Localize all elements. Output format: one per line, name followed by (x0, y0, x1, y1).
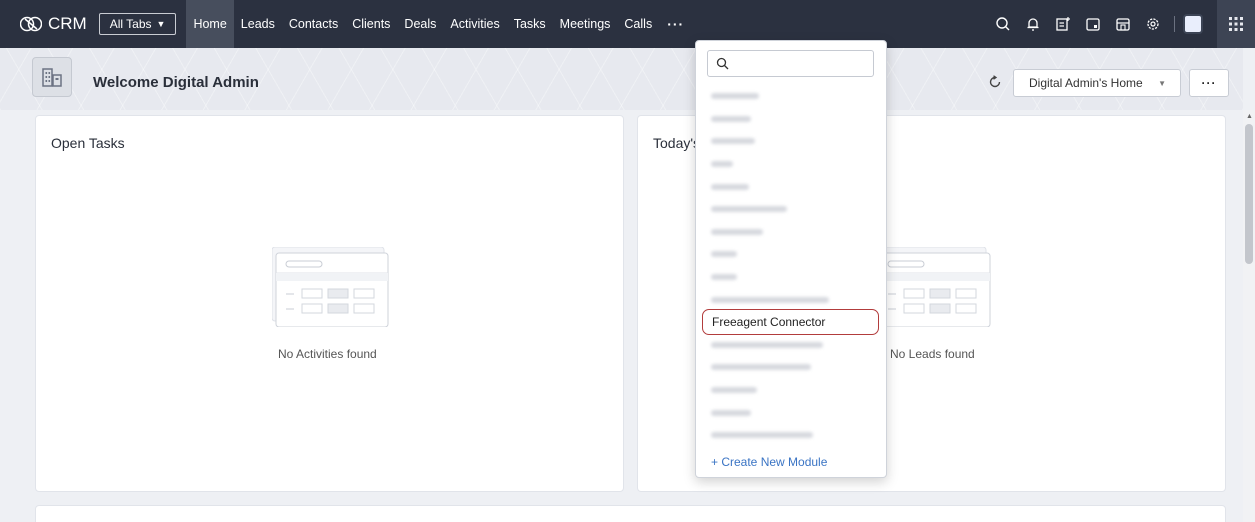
list-item[interactable] (696, 356, 886, 379)
crm-logo[interactable]: CRM (20, 14, 87, 34)
app-name: CRM (48, 14, 87, 33)
list-item[interactable] (696, 334, 886, 357)
top-nav: CRM All Tabs ▼ Home Leads Contacts Clien… (0, 0, 1255, 48)
all-tabs-button[interactable]: All Tabs ▼ (98, 13, 177, 35)
module-item-freeagent-connector[interactable]: Freeagent Connector (702, 309, 879, 335)
list-item[interactable] (696, 130, 886, 153)
header-more-button[interactable]: ··· (1189, 69, 1229, 97)
scroll-thumb[interactable] (1245, 124, 1253, 264)
refresh-icon[interactable] (988, 75, 1002, 94)
module-tabs: Home Leads Contacts Clients Deals Activi… (186, 0, 691, 48)
list-item[interactable] (696, 288, 886, 311)
list-item[interactable] (696, 266, 886, 289)
store-icon[interactable] (1110, 11, 1136, 37)
welcome-header: Welcome Digital Admin Digital Admin's Ho… (0, 48, 1243, 110)
module-list (696, 85, 886, 447)
building-icon (32, 57, 72, 97)
card-title: Open Tasks (51, 135, 125, 151)
all-tabs-label: All Tabs (109, 17, 152, 31)
bottom-card (35, 505, 1226, 522)
bell-icon[interactable] (1020, 11, 1046, 37)
empty-table-illustration (271, 246, 390, 332)
compose-icon[interactable] (1050, 11, 1076, 37)
tab-leads[interactable]: Leads (234, 0, 282, 48)
card-title: Today's (653, 135, 701, 151)
scroll-up-icon[interactable]: ▲ (1246, 113, 1253, 120)
list-item[interactable] (696, 243, 886, 266)
open-tasks-card: Open Tasks No Activities found (35, 115, 624, 492)
home-view-select[interactable]: Digital Admin's Home ▼ (1013, 69, 1181, 97)
nav-divider (1174, 16, 1175, 32)
tab-tasks[interactable]: Tasks (507, 0, 553, 48)
list-item[interactable] (696, 198, 886, 221)
empty-table-illustration (873, 246, 992, 332)
more-modules-dropdown: + Create New Module (695, 40, 887, 478)
calendar-icon[interactable] (1080, 11, 1106, 37)
list-item[interactable] (696, 424, 886, 447)
empty-state-text: No Leads found (890, 347, 975, 361)
crm-logo-icon (20, 16, 42, 32)
list-item[interactable] (696, 401, 886, 424)
tab-deals[interactable]: Deals (397, 0, 443, 48)
nav-icons (986, 0, 1255, 48)
list-item[interactable] (696, 108, 886, 131)
more-tabs-button[interactable]: ··· (659, 0, 691, 48)
list-item[interactable] (696, 175, 886, 198)
tab-activities[interactable]: Activities (443, 0, 506, 48)
list-item[interactable] (696, 85, 886, 108)
gear-icon[interactable] (1140, 11, 1166, 37)
home-view-value: Digital Admin's Home (1029, 76, 1143, 90)
apps-grid-icon[interactable] (1217, 0, 1255, 48)
chevron-down-icon: ▼ (1158, 79, 1166, 88)
avatar[interactable] (1183, 14, 1203, 34)
list-item[interactable] (696, 153, 886, 176)
list-item[interactable] (696, 379, 886, 402)
tab-contacts[interactable]: Contacts (282, 0, 345, 48)
search-icon (716, 57, 729, 70)
tab-meetings[interactable]: Meetings (553, 0, 618, 48)
create-module-link[interactable]: + Create New Module (711, 455, 827, 469)
list-item[interactable] (696, 221, 886, 244)
empty-state-text: No Activities found (278, 347, 377, 361)
tab-calls[interactable]: Calls (617, 0, 659, 48)
page-scrollbar[interactable]: ▲ (1243, 110, 1255, 522)
search-icon[interactable] (990, 11, 1016, 37)
chevron-down-icon: ▼ (156, 19, 166, 29)
module-search-input[interactable] (707, 50, 874, 77)
tab-home[interactable]: Home (186, 0, 234, 48)
tab-clients[interactable]: Clients (345, 0, 397, 48)
welcome-title: Welcome Digital Admin (93, 74, 259, 91)
